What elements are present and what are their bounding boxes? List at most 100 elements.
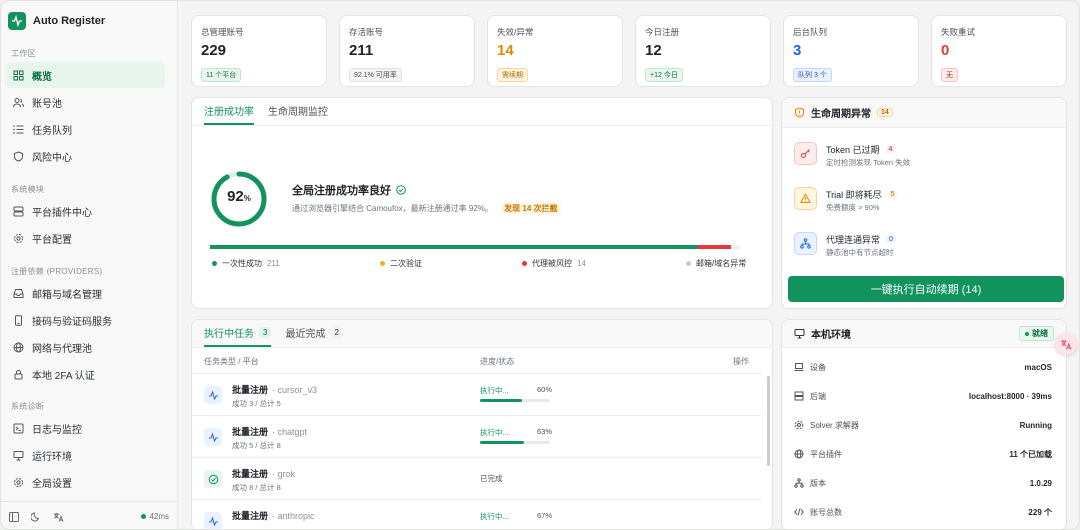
users-icon [13,97,24,107]
env-value: localhost:8000 · 39ms [968,391,1052,401]
sidebar-item-global-settings[interactable]: 全局设置 [5,469,165,495]
lifecycle-item-title: Token 已过期 [826,145,880,155]
app-title: Auto Register [33,15,106,27]
sidebar-item-task-queue[interactable]: 任务队列 [5,116,165,142]
sidebar-footer: 42ms [1,501,177,529]
grid-icon [13,70,24,80]
sidebar-item-label: 网络与代理池 [32,343,92,355]
floating-translate-button[interactable] [1055,333,1077,355]
table-row[interactable]: 批量注册 · anthropic 执行中... 67% [192,499,762,529]
lifecycle-title: 生命周期异常 [811,109,871,120]
success-description: 通过浏览器引擎结合 Camoufox，最新注册通过率 92%。 发现 14 次拦… [292,203,561,214]
table-row[interactable]: 批量注册 · cursor_v3 成功 3 / 总计 5 执行中... 60% [192,373,762,415]
lifecycle-item-header: Trial 即将耗尽 5 [826,188,898,201]
sidebar-item-platform-config[interactable]: 平台配置 [5,225,165,251]
task-platform: · grok [272,469,296,479]
sidebar-item-2fa[interactable]: 本地 2FA 认证 [5,361,165,387]
stat-value: 3 [793,42,802,59]
tab-count: 2 [330,327,343,338]
lock-icon [14,369,23,379]
lifecycle-item-subtitle: 免费额度 > 90% [826,203,880,212]
tab-lifecycle[interactable]: 生命周期监控 [268,103,328,125]
env-label: 后端 [810,391,826,401]
sidebar-item-label: 日志与监控 [32,424,82,436]
server-icon [13,206,24,216]
lifecycle-item-count: 5 [887,191,898,198]
tab-recent-completed[interactable]: 最近完成 2 [285,325,343,347]
env-row-accounts: 账号总数 229 个 [794,504,1052,520]
moon-icon[interactable] [31,511,41,522]
table-scrollbar[interactable] [767,376,770,466]
translate-icon[interactable] [53,512,64,522]
task-name: 批量注册 [232,469,269,479]
stat-badge: 无 [941,68,958,82]
monitor-icon [13,450,24,460]
collapse-sidebar-icon[interactable] [9,511,19,522]
tab-success-rate[interactable]: 注册成功率 [204,103,254,125]
lifecycle-item-proxy[interactable]: 代理连通异常 0 静态池中有节点超时 [794,232,1054,260]
lifecycle-item-subtitle: 静态池中有节点超时 [826,248,894,257]
monitor-icon [794,329,805,339]
legend-label: 二次验证 [390,259,422,268]
sidebar-item-label: 运行环境 [32,451,72,463]
sidebar-item-mail-domain[interactable]: 邮箱与域名管理 [5,280,165,306]
legend-label: 邮箱/域名异常 [696,259,747,268]
segment-success [210,245,699,249]
stat-card-today: 今日注册 12 +12 今日 [635,15,771,87]
lifecycle-count: 14 [877,108,893,117]
sidebar-item-label: 本地 2FA 认证 [32,370,95,382]
key-icon [794,142,817,165]
env-label: 平台插件 [810,449,842,459]
status-badge: 就绪 [1019,326,1054,341]
task-status: 已完成 [480,474,503,483]
code-icon [794,508,804,516]
status-dot [1025,331,1029,336]
stat-badge: 11 个平台 [201,68,242,82]
sidebar-item-overview[interactable]: 概览 [5,62,165,88]
sidebar-item-label: 邮箱与域名管理 [32,289,102,301]
table-row[interactable]: 批量注册 · grok 成功 8 / 总计 8 已完成 [192,457,762,499]
tab-label: 执行中任务 [204,329,254,340]
tab-running-tasks[interactable]: 执行中任务 3 [204,325,272,347]
sidebar-item-risk-center[interactable]: 风险中心 [5,143,165,169]
tab-label: 最近完成 [285,329,326,340]
sidebar-item-sms-captcha[interactable]: 接码与验证码服务 [5,307,165,333]
task-status: 执行中... [480,512,509,521]
lifecycle-item-subtitle: 定时检测发现 Token 失效 [826,158,911,167]
stat-label: 失败重试 [941,27,976,37]
server-icon [794,391,804,401]
stat-badge: 需续期 [497,68,528,82]
activity-icon [204,386,222,404]
auto-renew-button[interactable]: 一键执行自动续期 (14) [788,276,1064,302]
lifecycle-item-trial[interactable]: Trial 即将耗尽 5 免费额度 > 90% [794,187,1054,215]
globe-icon [794,449,804,459]
stat-value: 0 [941,42,950,59]
sidebar-item-label: 风险中心 [32,152,72,164]
gear-icon [14,233,23,243]
success-tabs: 注册成功率 生命周期监控 [192,98,772,126]
sidebar-item-runtime[interactable]: 运行环境 [5,442,165,468]
env-value: 11 个已加载 [1009,449,1052,459]
sidebar-item-accounts[interactable]: 账号池 [5,89,165,115]
legend-success: 一次性成功 211 [212,258,280,269]
column-progress: 进度/状态 [480,357,515,366]
sidebar-item-label: 平台配置 [32,234,72,246]
sidebar-item-plugin-center[interactable]: 平台插件中心 [5,198,165,224]
sidebar-item-label: 概览 [32,71,52,83]
lifecycle-item-token[interactable]: Token 已过期 4 定时检测发现 Token 失效 [794,142,1054,170]
table-row[interactable]: 批量注册 · chatgpt 成功 5 / 总计 8 执行中... 63% [192,415,762,457]
stat-badge: 队列 3 个 [793,68,832,82]
sidebar-item-network-proxy[interactable]: 网络与代理池 [5,334,165,360]
legend-dot [686,261,691,266]
progress-fill [480,399,522,402]
stat-value: 229 [201,42,227,59]
task-platform: · cursor_v3 [272,385,318,395]
settings-icon [14,477,23,487]
sidebar-item-logs[interactable]: 日志与监控 [5,415,165,441]
gear-icon [794,420,804,430]
distribution-bar [210,245,740,249]
brand[interactable]: Auto Register [8,11,105,31]
ring-value: 92 [227,188,244,205]
stat-label: 失效/异常 [497,27,534,37]
section-title-providers: 注册依赖 (PROVIDERS) [11,267,103,276]
